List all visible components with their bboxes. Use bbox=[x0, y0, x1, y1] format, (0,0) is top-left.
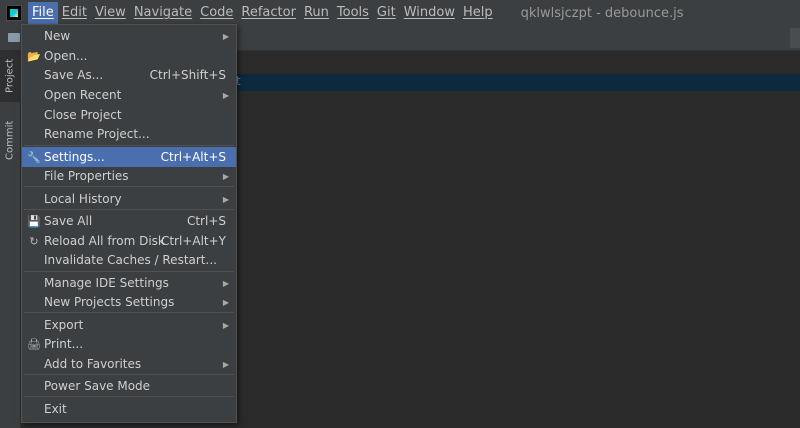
menu-item-reload-all[interactable]: ↻ Reload All from Disk Ctrl+Alt+Y bbox=[22, 231, 236, 251]
menu-item-close-project[interactable]: Close Project bbox=[22, 105, 236, 125]
folder-icon[interactable] bbox=[8, 33, 20, 42]
menu-item-save-all[interactable]: 💾 Save All Ctrl+S bbox=[22, 211, 236, 231]
wrench-icon: 🔧 bbox=[27, 150, 41, 164]
menu-separator bbox=[24, 312, 234, 313]
submenu-arrow-icon: ▶ bbox=[222, 171, 229, 181]
menu-separator bbox=[24, 271, 234, 272]
menu-separator bbox=[24, 145, 234, 146]
scrollbar-thumb[interactable] bbox=[790, 28, 800, 48]
menu-item-open-recent[interactable]: Open Recent ▶ bbox=[22, 85, 236, 105]
menu-item-local-history[interactable]: Local History ▶ bbox=[22, 189, 236, 209]
menu-refactor[interactable]: Refactor bbox=[237, 2, 300, 24]
menu-navigate[interactable]: Navigate bbox=[130, 2, 196, 24]
reload-icon: ↻ bbox=[29, 234, 39, 248]
menu-item-add-to-favorites[interactable]: Add to Favorites ▶ bbox=[22, 354, 236, 374]
menu-item-invalidate-caches[interactable]: Invalidate Caches / Restart... bbox=[22, 250, 236, 270]
menu-tools[interactable]: Tools bbox=[333, 2, 373, 24]
window-title: qklwlsjczpt - debounce.js bbox=[520, 5, 684, 21]
submenu-arrow-icon: ▶ bbox=[222, 31, 229, 41]
menu-item-exit[interactable]: Exit bbox=[22, 399, 236, 419]
submenu-arrow-icon: ▶ bbox=[222, 194, 229, 204]
submenu-arrow-icon: ▶ bbox=[222, 359, 229, 369]
submenu-arrow-icon: ▶ bbox=[222, 278, 229, 288]
submenu-arrow-icon: ▶ bbox=[222, 90, 229, 100]
menu-item-rename-project[interactable]: Rename Project... bbox=[22, 124, 236, 144]
menu-edit[interactable]: Edit bbox=[58, 2, 91, 24]
tab-commit[interactable]: Commit bbox=[0, 114, 20, 166]
menu-item-export[interactable]: Export ▶ bbox=[22, 315, 236, 335]
submenu-arrow-icon: ▶ bbox=[222, 320, 229, 330]
menu-file[interactable]: File bbox=[28, 2, 58, 24]
menu-view[interactable]: View bbox=[91, 2, 130, 24]
menu-git[interactable]: Git bbox=[373, 2, 400, 24]
menu-item-open[interactable]: 📂 Open... bbox=[22, 46, 236, 66]
menu-window[interactable]: Window bbox=[400, 2, 459, 24]
submenu-arrow-icon: ▶ bbox=[222, 297, 229, 307]
menu-item-manage-ide-settings[interactable]: Manage IDE Settings ▶ bbox=[22, 273, 236, 293]
menu-help[interactable]: Help bbox=[459, 2, 497, 24]
menu-item-new[interactable]: New ▶ bbox=[22, 26, 236, 46]
menu-item-print[interactable]: 🖨 Print... bbox=[22, 334, 236, 354]
menu-bar: File Edit View Navigate Code Refactor Ru… bbox=[0, 0, 800, 26]
menu-item-new-projects-settings[interactable]: New Projects Settings ▶ bbox=[22, 292, 236, 312]
menu-code[interactable]: Code bbox=[196, 2, 237, 24]
print-icon: 🖨 bbox=[27, 337, 41, 351]
folder-open-icon: 📂 bbox=[27, 49, 41, 63]
menu-run[interactable]: Run bbox=[300, 2, 333, 24]
tab-project[interactable]: Project bbox=[0, 50, 20, 102]
file-menu-dropdown: New ▶ 📂 Open... Save As... Ctrl+Shift+S … bbox=[21, 24, 237, 423]
app-logo-icon bbox=[6, 5, 22, 21]
save-icon: 💾 bbox=[27, 214, 41, 228]
menu-item-power-save-mode[interactable]: Power Save Mode bbox=[22, 376, 236, 396]
menu-separator bbox=[24, 396, 234, 397]
menu-item-file-properties[interactable]: File Properties ▶ bbox=[22, 166, 236, 186]
menu-item-settings[interactable]: 🔧 Settings... Ctrl+Alt+S bbox=[22, 147, 236, 167]
menu-item-save-as[interactable]: Save As... Ctrl+Shift+S bbox=[22, 65, 236, 85]
menu-separator bbox=[24, 186, 234, 187]
tab-commit-label: Commit bbox=[4, 120, 16, 160]
tool-window-stripe: Project Commit bbox=[0, 50, 21, 428]
menu-separator bbox=[24, 209, 234, 210]
tab-project-label: Project bbox=[4, 58, 16, 94]
menu-separator bbox=[24, 374, 234, 375]
